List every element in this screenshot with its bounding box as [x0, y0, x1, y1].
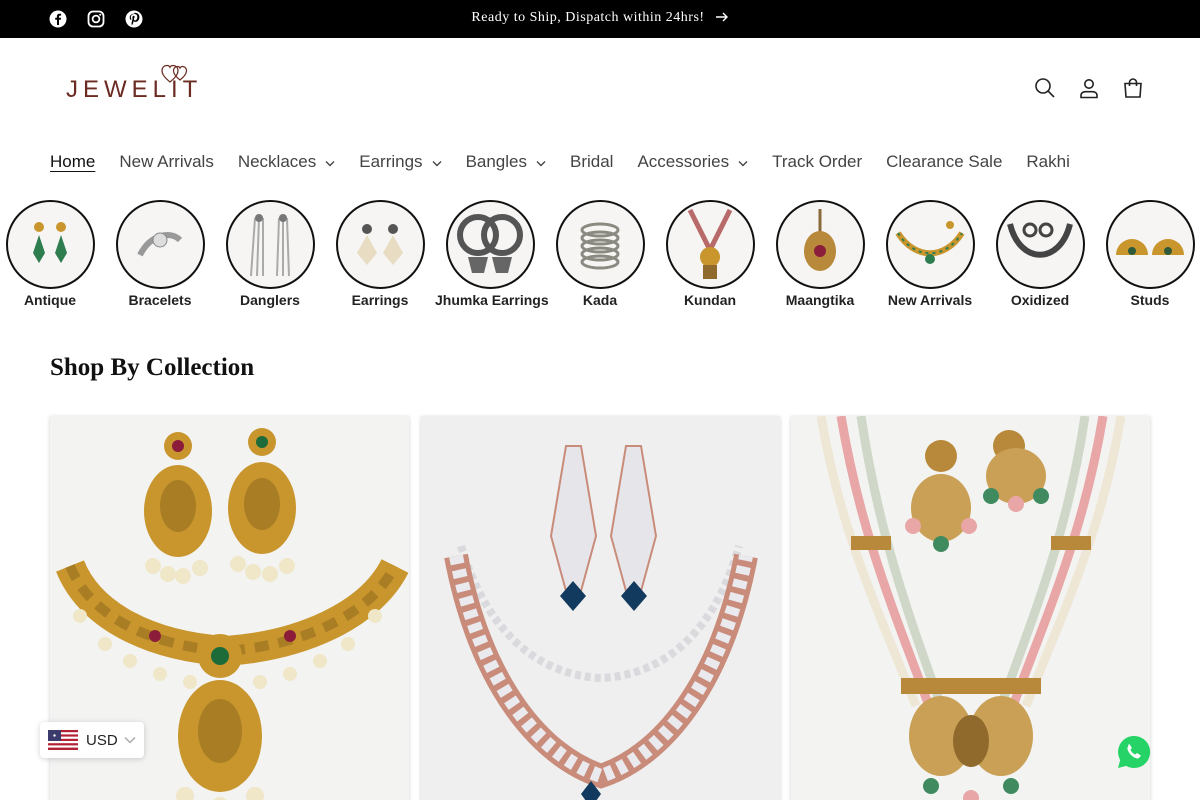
announcement-text[interactable]: Ready to Ship, Dispatch within 24hrs! — [0, 10, 1200, 28]
whatsapp-icon — [1118, 735, 1151, 768]
nav-item-bangles[interactable]: Bangles — [466, 150, 546, 174]
category-image — [885, 200, 975, 289]
nav-item-rakhi[interactable]: Rakhi — [1026, 150, 1069, 174]
category-kundan[interactable]: Kundan — [655, 200, 765, 308]
category-new-arrivals[interactable]: New Arrivals — [875, 200, 985, 308]
nav-item-earrings[interactable]: Earrings — [359, 150, 442, 174]
category-antique[interactable]: Antique — [0, 200, 105, 308]
nav-item-label: Rakhi — [1026, 152, 1070, 171]
nav-item-label: Bridal — [570, 152, 614, 171]
category-label: Oxidized — [1010, 292, 1070, 308]
kundan-necklace-image — [791, 416, 1150, 800]
category-label: Earrings — [351, 292, 409, 308]
diamond-necklace-image — [421, 416, 780, 800]
header-actions — [1034, 74, 1144, 102]
chevron-down-icon — [325, 152, 335, 172]
category-kada[interactable]: Kada — [545, 200, 655, 308]
category-image — [5, 200, 95, 289]
nav-item-bridal[interactable]: Bridal — [570, 150, 613, 174]
currency-selector[interactable]: USD — [40, 722, 144, 758]
category-image — [995, 200, 1085, 289]
nav-item-label: Clearance Sale — [886, 152, 1003, 171]
nav-item-clearance-sale[interactable]: Clearance Sale — [886, 150, 1002, 174]
nav-item-label: Accessories — [637, 152, 730, 171]
category-label: Danglers — [240, 292, 300, 308]
collection-card-kundan[interactable] — [791, 416, 1150, 800]
search-icon[interactable] — [1034, 74, 1056, 102]
announcement-bar: Ready to Ship, Dispatch within 24hrs! — [0, 0, 1200, 38]
announcement-label: Ready to Ship, Dispatch within 24hrs! — [471, 10, 705, 25]
nav-item-track-order[interactable]: Track Order — [772, 150, 862, 174]
nav-item-label: Bangles — [465, 152, 527, 171]
nav-item-label: New Arrivals — [119, 152, 214, 171]
category-maangtika[interactable]: Maangtika — [765, 200, 875, 308]
category-image — [775, 200, 865, 289]
nav-item-accessories[interactable]: Accessories — [637, 150, 748, 174]
category-image — [225, 200, 315, 289]
nav-item-new-arrivals[interactable]: New Arrivals — [119, 150, 213, 174]
chevron-down-icon — [124, 731, 136, 749]
category-image — [1105, 200, 1195, 289]
collection-card-american-diamond[interactable] — [421, 416, 780, 800]
whatsapp-chat-button[interactable] — [1116, 734, 1152, 770]
category-carousel: Antique Bracelets Danglers Earrings Jhumka E… — [0, 200, 1200, 315]
account-icon[interactable] — [1078, 74, 1100, 102]
nav-item-label: Earrings — [359, 152, 423, 171]
currency-code: USD — [86, 731, 118, 749]
category-label: New Arrivals — [887, 292, 973, 308]
category-image — [445, 200, 535, 289]
nav-item-label: Necklaces — [237, 152, 317, 171]
category-bracelets[interactable]: Bracelets — [105, 200, 215, 308]
category-image — [335, 200, 425, 289]
logo-text: JEWELIT — [66, 76, 203, 103]
section-title: Shop By Collection — [50, 354, 255, 381]
category-studs[interactable]: Studs — [1095, 200, 1200, 308]
category-label: Kundan — [683, 292, 737, 308]
category-label: Kada — [582, 292, 618, 308]
brand-logo[interactable]: JEWELIT — [66, 62, 202, 104]
category-label: Jhumka Earrings — [435, 292, 549, 308]
us-flag-icon — [48, 730, 78, 750]
chevron-down-icon — [536, 152, 546, 172]
category-label: Antique — [23, 292, 77, 308]
main-navigation: Home New Arrivals Necklaces Earrings Bangles… — [50, 150, 1094, 174]
chevron-down-icon — [432, 152, 442, 172]
category-jhumka-earrings[interactable]: Jhumka Earrings — [435, 200, 549, 308]
cart-icon[interactable] — [1122, 74, 1144, 102]
category-label: Studs — [1130, 292, 1170, 308]
category-image — [665, 200, 755, 289]
nav-item-label: Home — [50, 152, 96, 171]
category-label: Bracelets — [128, 292, 192, 308]
nav-item-necklaces[interactable]: Necklaces — [238, 150, 335, 174]
category-oxidized[interactable]: Oxidized — [985, 200, 1095, 308]
category-image — [115, 200, 205, 289]
nav-item-label: Track Order — [772, 152, 863, 171]
category-danglers[interactable]: Danglers — [215, 200, 325, 308]
chevron-down-icon — [738, 152, 748, 172]
arrow-right-icon — [715, 11, 729, 28]
nav-item-home[interactable]: Home — [50, 150, 95, 174]
category-label: Maangtika — [785, 292, 855, 308]
category-earrings[interactable]: Earrings — [325, 200, 435, 308]
category-image — [555, 200, 645, 289]
